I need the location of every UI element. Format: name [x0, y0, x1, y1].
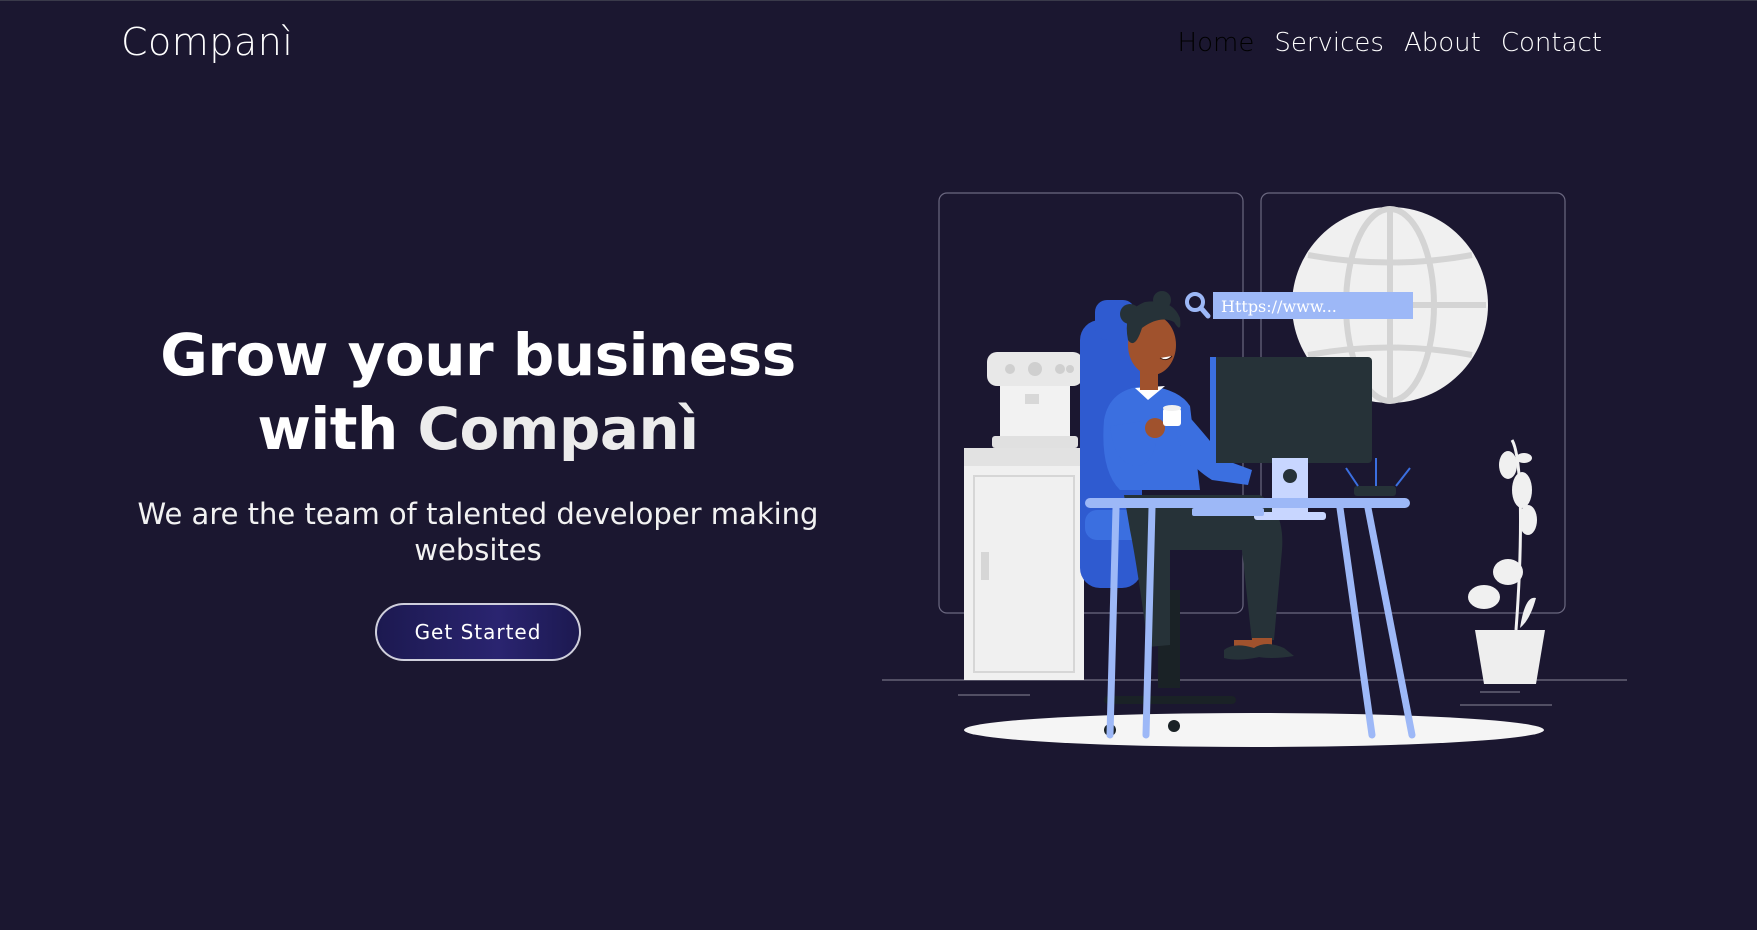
- hero-subtitle: We are the team of talented developer ma…: [137, 497, 819, 567]
- nav-services-link[interactable]: Services: [1274, 28, 1384, 58]
- person-figure: [1103, 291, 1294, 660]
- nav-links: Home Services About Contact: [1178, 28, 1602, 58]
- nav-about-link[interactable]: About: [1404, 28, 1481, 58]
- url-text: Https://www...: [1221, 297, 1337, 316]
- hero-title-brand: Companì: [417, 395, 699, 463]
- potted-plant: [1468, 439, 1545, 684]
- hero-title-prefix: with: [257, 395, 418, 463]
- nav-home-link[interactable]: Home: [1178, 28, 1255, 58]
- coffee-machine: [987, 352, 1083, 448]
- hero-text: Grow your business with Companì We are t…: [100, 318, 856, 568]
- router-icon: [1345, 458, 1411, 496]
- navbar: Companì Home Services About Contact: [0, 0, 1757, 92]
- hero-title-line1: Grow your business: [160, 321, 796, 389]
- brand-logo[interactable]: Companì: [121, 20, 293, 64]
- hero-illustration: Https://www...: [882, 192, 1627, 747]
- hero-title: Grow your business with Companì: [100, 318, 856, 466]
- get-started-button[interactable]: Get Started: [375, 603, 581, 661]
- nav-contact-link[interactable]: Contact: [1501, 28, 1602, 58]
- floor-shadow: [964, 713, 1544, 747]
- cabinet: [964, 448, 1084, 680]
- search-magnifier-icon: [1185, 292, 1211, 319]
- keyboard: [1192, 508, 1264, 516]
